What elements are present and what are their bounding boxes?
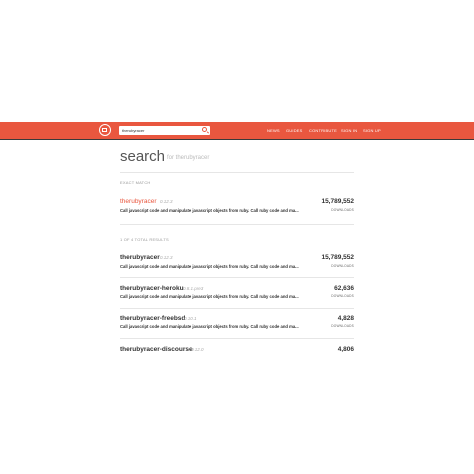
result-gem-version: 0.12.3: [160, 255, 173, 260]
result-downloads-label: DOWNLOADS: [331, 294, 354, 298]
divider: [120, 277, 354, 278]
result-download-count: 4,806: [337, 346, 354, 353]
search-input[interactable]: therubyracer: [119, 126, 210, 135]
header-divider: [0, 139, 474, 140]
divider: [120, 224, 354, 225]
page-title: search: [120, 148, 166, 165]
result-download-count: 4,828: [337, 315, 354, 322]
result-download-count: 15,789,552: [321, 254, 354, 261]
exact-match-gem-name[interactable]: therubyracer: [120, 198, 157, 205]
results-count-label: 1 OF 4 TOTAL RESULTS: [120, 237, 169, 242]
result-gem-description: Call javascript code and manipulate java…: [120, 324, 299, 329]
nav-link-guides[interactable]: GUIDES: [286, 128, 303, 133]
rubygems-logo-icon[interactable]: [99, 124, 111, 136]
divider: [120, 308, 354, 309]
page-subtitle: for therubyracer: [167, 155, 210, 161]
result-gem-description: Call javascript code and manipulate java…: [120, 294, 299, 299]
divider: [120, 338, 354, 339]
nav-link-news[interactable]: NEWS: [267, 128, 280, 133]
result-gem-version: 0.8.1.pre3: [183, 286, 204, 291]
nav-link-sign-up[interactable]: SIGN UP: [363, 128, 381, 133]
search-icon[interactable]: [202, 127, 207, 132]
exact-match-label: EXACT MATCH: [120, 180, 151, 185]
exact-match-gem-version: 0.12.3: [160, 199, 173, 204]
result-downloads-label: DOWNLOADS: [331, 324, 354, 328]
exact-match-downloads-label: DOWNLOADS: [331, 208, 354, 212]
result-gem-description: Call javascript code and manipulate java…: [120, 264, 299, 269]
exact-match-gem-description: Call javascript code and manipulate java…: [120, 208, 299, 213]
result-gem-version: 0.10.1: [184, 316, 197, 321]
exact-match-download-count: 15,789,552: [321, 198, 354, 205]
nav-link-sign-in[interactable]: SIGN IN: [341, 128, 357, 133]
result-gem-name[interactable]: therubyracer-discourse: [120, 346, 193, 353]
result-gem-name[interactable]: therubyracer-heroku: [120, 285, 184, 292]
result-gem-name[interactable]: therubyracer-freebsd: [120, 315, 185, 322]
result-download-count: 62,636: [334, 285, 354, 292]
divider: [120, 172, 354, 173]
result-downloads-label: DOWNLOADS: [331, 264, 354, 268]
site-header: [0, 122, 474, 139]
result-gem-name[interactable]: therubyracer: [120, 254, 160, 261]
logo-gem-shape: [102, 127, 107, 132]
nav-link-contribute[interactable]: CONTRIBUTE: [309, 128, 337, 133]
result-gem-version: 0.12.0: [191, 347, 204, 352]
